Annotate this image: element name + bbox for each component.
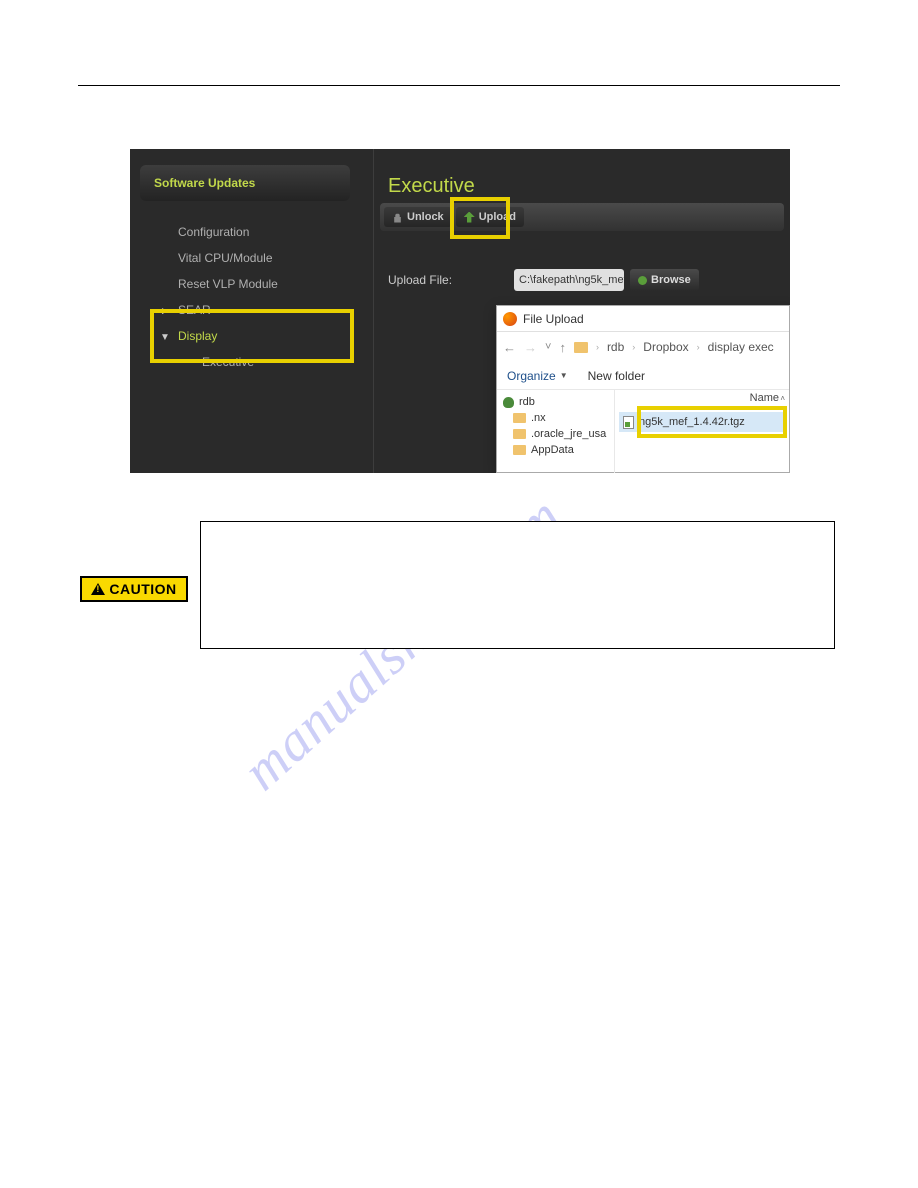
organize-menu[interactable]: Organize ▼ xyxy=(507,369,568,383)
sidebar-item-label: Reset VLP Module xyxy=(178,277,278,291)
sidebar-item-label: Vital CPU/Module xyxy=(178,251,273,265)
browse-icon xyxy=(638,276,647,285)
main-area: Executive Unlock Upload Upload File: C:\… xyxy=(374,149,790,473)
browse-button[interactable]: Browse xyxy=(630,269,699,291)
lock-icon xyxy=(392,212,403,223)
highlight-upload xyxy=(450,197,510,239)
folder-icon xyxy=(513,445,526,455)
dialog-nav: ← → ˅ ↑ › rdb › Dropbox › display exec xyxy=(497,332,789,362)
tree-label: .oracle_jre_usa xyxy=(531,428,606,440)
warning-triangle-icon xyxy=(91,583,105,595)
caution-label: CAUTION xyxy=(80,576,188,602)
tree-item[interactable]: rdb xyxy=(503,394,608,410)
crumb-sep-icon: › xyxy=(697,342,700,352)
tree-label: rdb xyxy=(519,396,535,408)
dialog-toolbar: Organize ▼ New folder xyxy=(497,362,789,390)
tree-item[interactable]: .nx xyxy=(503,410,608,426)
dialog-titlebar: File Upload xyxy=(497,306,789,332)
firefox-icon xyxy=(503,312,517,326)
header-rule xyxy=(78,85,840,86)
sidebar-item-label: Configuration xyxy=(178,225,249,239)
sidebar-header[interactable]: Software Updates xyxy=(140,165,350,201)
file-upload-dialog: File Upload ← → ˅ ↑ › rdb › Dropbox › di… xyxy=(496,305,790,473)
tree-label: .nx xyxy=(531,412,546,424)
crumb-dropbox[interactable]: Dropbox xyxy=(643,340,688,354)
sort-asc-icon: ˄ xyxy=(780,394,785,403)
column-header-name[interactable]: Name xyxy=(750,392,779,404)
folder-icon xyxy=(513,429,526,439)
folder-tree: rdb .nx .oracle_jre_usa AppData xyxy=(497,390,615,473)
folder-icon xyxy=(574,342,588,353)
organize-label: Organize xyxy=(507,369,556,383)
page-title: Executive xyxy=(388,175,475,198)
nav-back-icon[interactable]: ← xyxy=(503,340,516,355)
sidebar: Software Updates Configuration Vital CPU… xyxy=(130,149,374,473)
sidebar-header-label: Software Updates xyxy=(154,176,255,190)
crumb-sep-icon: › xyxy=(596,342,599,352)
caution-text: CAUTION xyxy=(109,581,176,597)
crumb-rdb[interactable]: rdb xyxy=(607,340,624,354)
chevron-down-icon: ▼ xyxy=(560,371,568,380)
highlight-file xyxy=(637,406,787,438)
browse-label: Browse xyxy=(651,274,691,286)
user-icon xyxy=(503,397,514,408)
folder-icon xyxy=(513,413,526,423)
crumb-sep-icon: › xyxy=(632,342,635,352)
page: manualshive.com Software Updates Configu… xyxy=(0,0,918,1188)
crumb-display-exec[interactable]: display exec xyxy=(708,340,774,354)
dialog-title: File Upload xyxy=(523,312,584,326)
caution-box xyxy=(200,521,835,649)
file-icon xyxy=(623,416,634,429)
tree-item[interactable]: .oracle_jre_usa xyxy=(503,426,608,442)
toolbar: Unlock Upload xyxy=(380,203,784,231)
nav-up-icon[interactable]: ↑ xyxy=(559,340,566,355)
nav-forward-icon[interactable]: → xyxy=(524,340,537,355)
app-screenshot: Software Updates Configuration Vital CPU… xyxy=(130,149,790,473)
upload-path-input[interactable]: C:\fakepath\ng5k_mef_1 xyxy=(514,269,624,291)
nav-recent-icon[interactable]: ˅ xyxy=(545,341,551,353)
upload-path-value: C:\fakepath\ng5k_mef_1 xyxy=(519,274,624,286)
unlock-label: Unlock xyxy=(407,211,444,223)
new-folder-button[interactable]: New folder xyxy=(588,369,645,383)
sidebar-item-vital-cpu[interactable]: Vital CPU/Module xyxy=(130,245,373,271)
unlock-button[interactable]: Unlock xyxy=(384,207,452,227)
sidebar-item-reset-vlp[interactable]: Reset VLP Module xyxy=(130,271,373,297)
upload-file-label: Upload File: xyxy=(388,273,452,287)
highlight-display-executive xyxy=(150,309,354,363)
tree-label: AppData xyxy=(531,444,574,456)
sidebar-item-configuration[interactable]: Configuration xyxy=(130,219,373,245)
tree-item[interactable]: AppData xyxy=(503,442,608,458)
